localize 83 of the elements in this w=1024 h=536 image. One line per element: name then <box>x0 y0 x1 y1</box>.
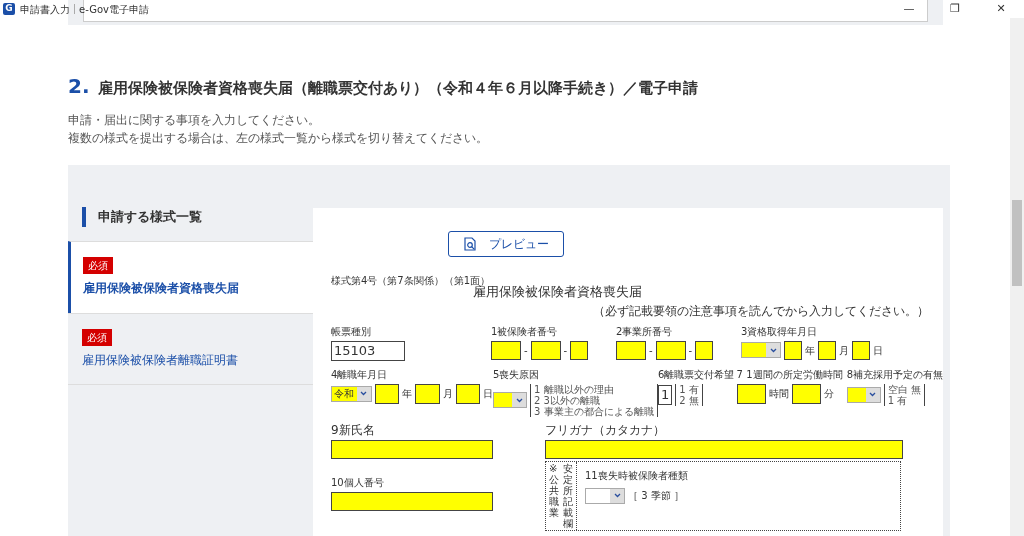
caret-icon <box>356 386 371 401</box>
document-search-icon <box>463 237 477 251</box>
input-field[interactable] <box>818 340 836 360</box>
form-link[interactable]: 雇用保険被保険者資格喪失届 <box>83 279 313 297</box>
sidebar-item[interactable]: 必須 雇用保険被保険者離職証明書 <box>68 313 313 385</box>
input-field[interactable] <box>784 340 802 360</box>
minimize-button[interactable]: — <box>886 0 932 18</box>
input-field[interactable] <box>374 383 400 404</box>
close-button[interactable]: ✕ <box>978 0 1024 18</box>
field-text: 時間 <box>768 387 789 401</box>
form-title: 雇用保険被保険者資格喪失届 <box>473 284 642 301</box>
input-field[interactable]: 1 <box>658 384 673 405</box>
field-text: - <box>563 343 568 358</box>
field-text: - <box>649 343 653 358</box>
field-text: 日 <box>483 387 493 401</box>
input-field[interactable] <box>570 340 589 360</box>
field-text: 年 <box>402 387 413 401</box>
option-legend: 1 離職以外の理由 2 3以外の離職 3 事業主の都合による離職 <box>530 383 658 417</box>
field-label: 7 1週間の所定労働時間 <box>736 368 844 381</box>
caret-icon <box>865 387 880 402</box>
field-text: 年 <box>805 343 815 358</box>
caret-icon <box>610 488 624 503</box>
form-note: （必ず記載要領の注意事項を読んでから入力してください。） <box>593 302 929 320</box>
input-field[interactable] <box>415 383 440 404</box>
section-title: 雇用保険被保険者資格喪失届（離職票交付あり）（令和４年６月以降手続き）／電子申請 <box>97 79 698 98</box>
select-field[interactable] <box>493 392 527 408</box>
window-title: 申請書入力 <box>20 2 70 17</box>
input-field[interactable] <box>695 340 714 360</box>
app-name: e-Gov電子申請 <box>79 2 149 17</box>
preview-button[interactable]: プレビュー <box>448 231 564 257</box>
field-label: 8補充採用予定の有無 <box>846 368 943 381</box>
field-label: 5喪失原因 <box>493 368 541 381</box>
scroll-thumb[interactable] <box>1012 200 1022 286</box>
vertical-label: ※公共職業 <box>549 462 559 520</box>
field-label: 4離職年月日 <box>331 368 389 381</box>
select-field[interactable] <box>585 487 625 504</box>
input-field[interactable] <box>736 383 766 404</box>
field-text: 日 <box>873 343 883 358</box>
field-label: 9新氏名 <box>331 422 376 437</box>
option-legend: 空白 無 1 有 <box>883 383 925 406</box>
input-field[interactable] <box>616 340 646 360</box>
input-field[interactable] <box>491 340 521 360</box>
field-label: 1被保険者番号 <box>491 325 559 338</box>
field-text: - <box>524 343 528 358</box>
caret-icon <box>766 343 780 357</box>
input-field[interactable] <box>791 383 821 404</box>
form-number: 様式第4号（第7条関係）（第1面） <box>331 274 492 286</box>
select-field[interactable] <box>741 342 781 358</box>
sidebar-item[interactable]: 必須 雇用保険被保険者資格喪失届 <box>68 241 313 313</box>
intro-text: 複数の様式を提出する場合は、左の様式一覧から様式を切り替えてください。 <box>68 130 489 147</box>
field-label: 帳票種別 <box>331 325 372 338</box>
input-field[interactable] <box>455 383 480 404</box>
caret-icon <box>512 393 526 407</box>
input-field[interactable]: 15103 <box>331 340 405 361</box>
input-field[interactable] <box>530 340 561 360</box>
field-label: 10個人番号 <box>331 476 385 489</box>
intro-text: 申請・届出に関する事項を入力してください。 <box>68 112 321 129</box>
field-text: 分 <box>823 387 834 401</box>
field-text: - <box>688 343 693 358</box>
required-badge: 必須 <box>83 257 113 274</box>
input-field[interactable] <box>852 340 870 360</box>
form-link[interactable]: 雇用保険被保険者離職証明書 <box>82 351 313 369</box>
required-badge: 必須 <box>82 329 112 346</box>
option-legend: 1 有 2 無 <box>675 383 703 406</box>
field-label: 3資格取得年月日 <box>741 325 819 338</box>
section-number: 2. <box>68 73 90 100</box>
input-field[interactable] <box>655 340 686 360</box>
select-field[interactable] <box>846 386 881 403</box>
scrollbar[interactable] <box>1010 18 1024 536</box>
select-field[interactable]: 令和 <box>331 385 372 402</box>
field-label: フリガナ（カタカナ） <box>545 422 666 437</box>
field-text: 月 <box>839 343 849 358</box>
field-label: 2事業所番号 <box>616 325 674 338</box>
field-label: 6離職票交付希望 <box>658 368 736 381</box>
restore-button[interactable]: ❐ <box>932 0 978 18</box>
input-field[interactable] <box>545 439 903 459</box>
input-field[interactable] <box>331 439 493 459</box>
field-text: 月 <box>442 387 453 401</box>
input-field[interactable] <box>331 491 493 511</box>
field-text: ［ 3 季節 ］ <box>628 489 684 503</box>
vertical-label: 安定所記載欄 <box>563 462 573 529</box>
field-label: 11喪失時被保険者種類 <box>585 469 688 482</box>
app-logo: G <box>3 3 15 15</box>
